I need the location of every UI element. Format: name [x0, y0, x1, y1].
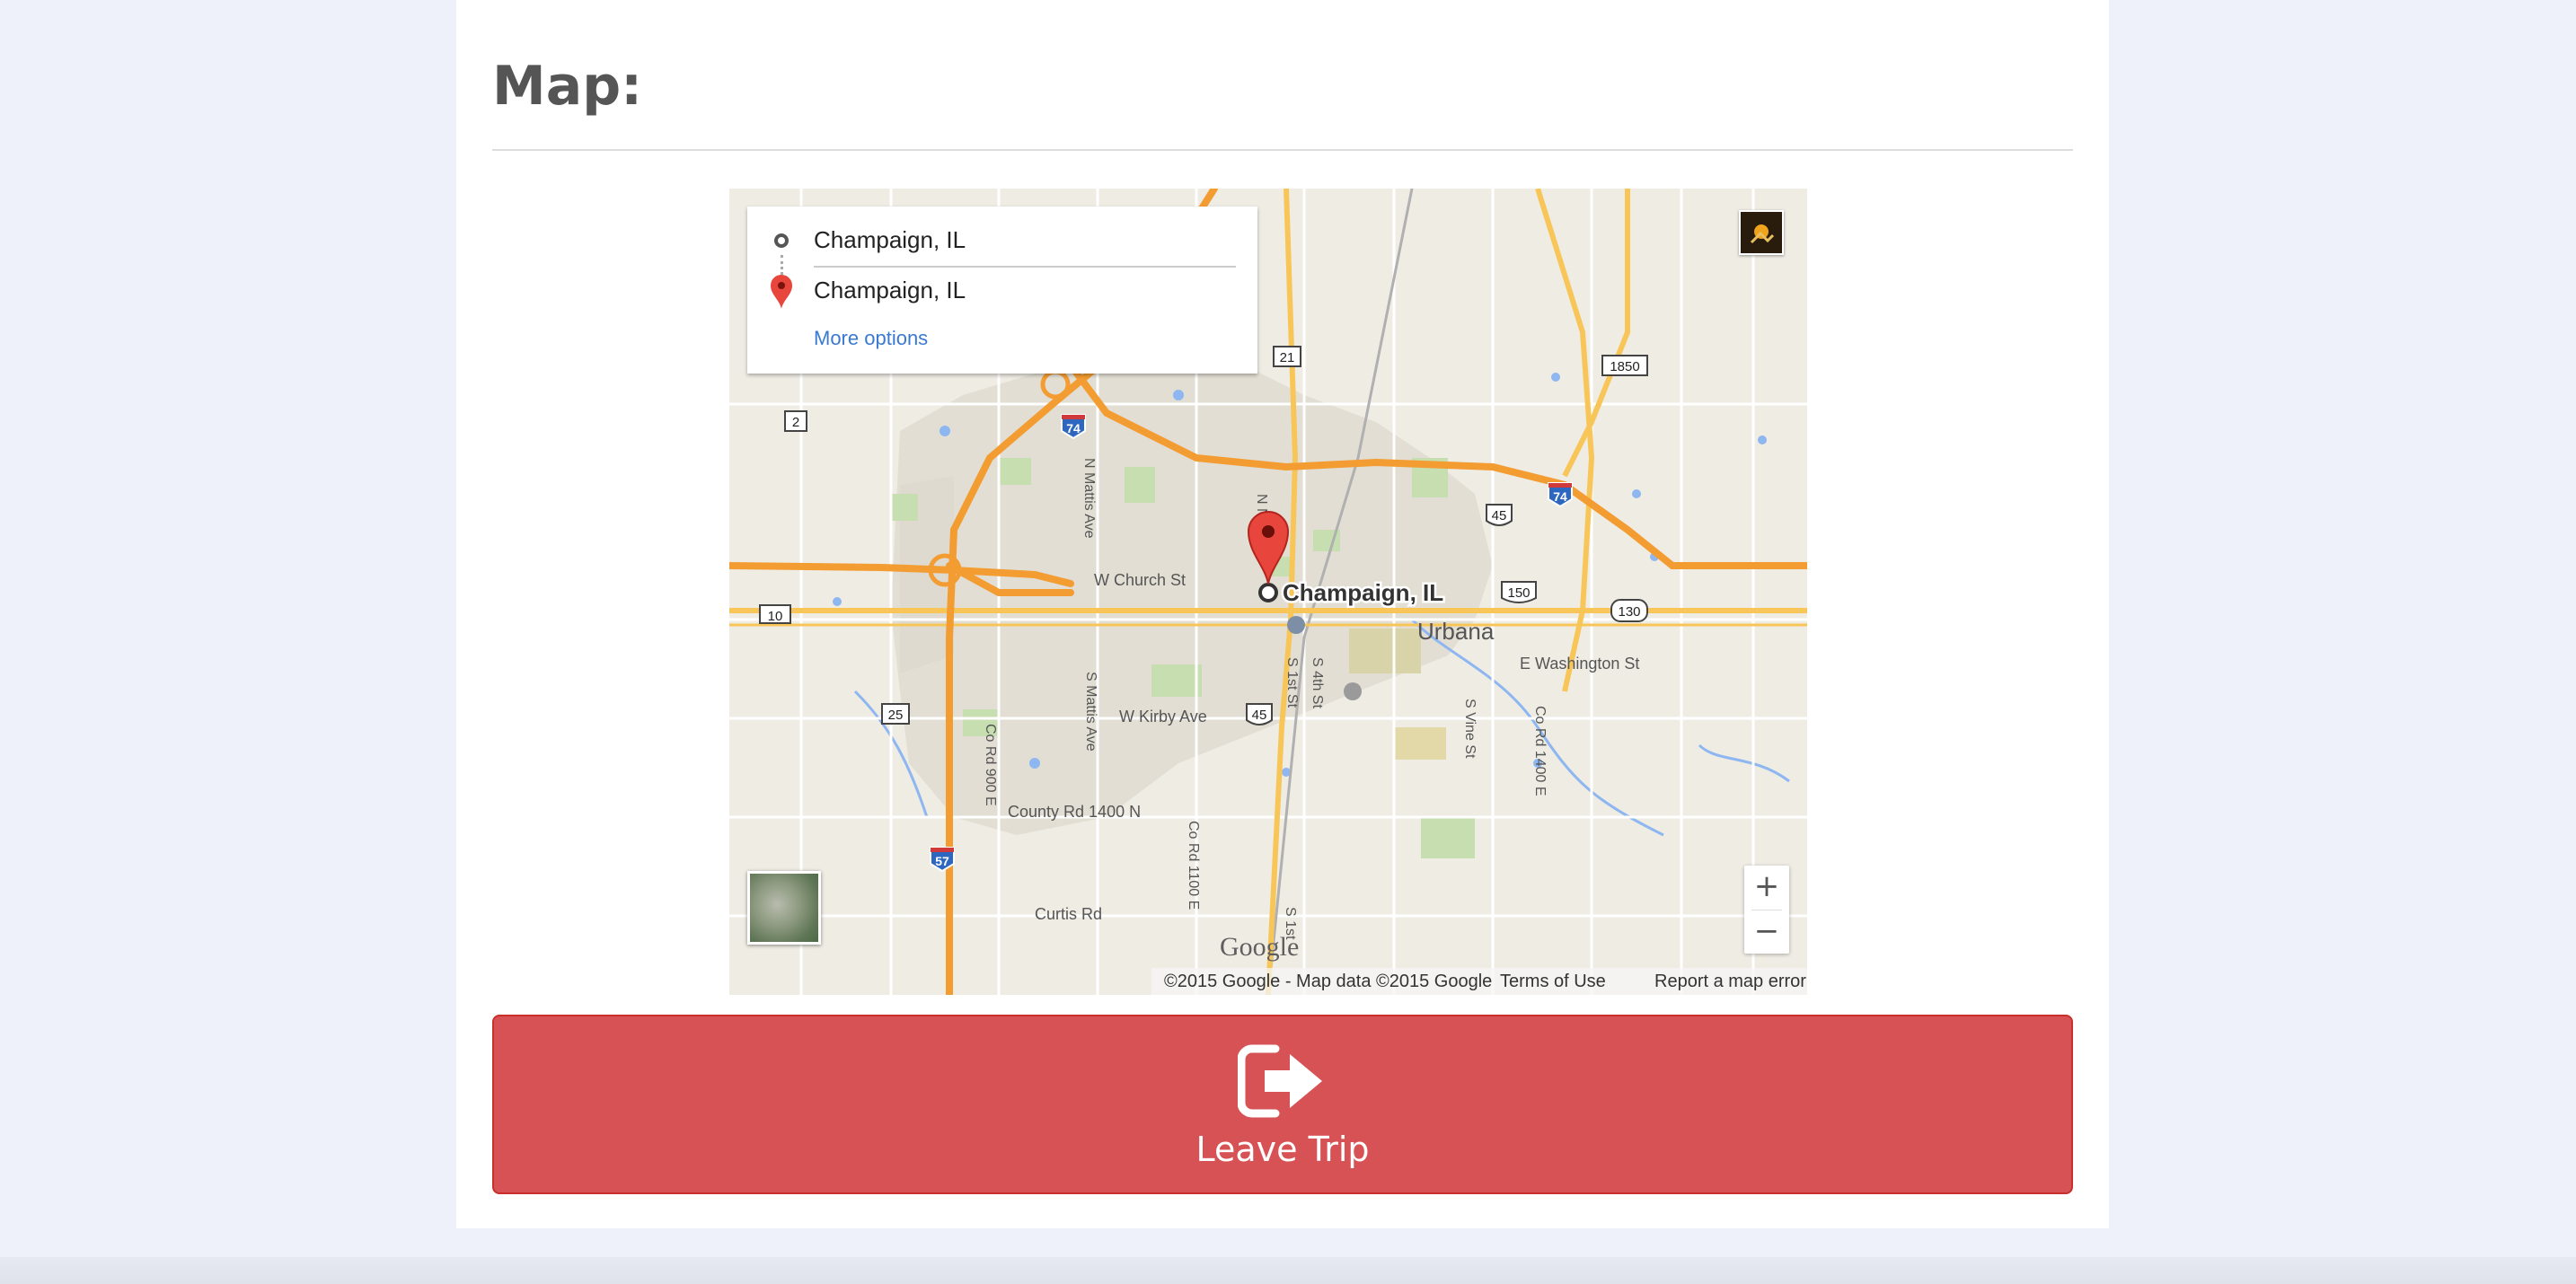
pond: [1758, 435, 1767, 444]
svg-text:74: 74: [1066, 421, 1081, 435]
section-title: Map:: [492, 55, 643, 118]
destination-pin-icon: [771, 275, 792, 309]
route-21-shield: 21: [1273, 346, 1301, 367]
route-2-shield: 2: [784, 410, 807, 432]
street-label: W Kirby Ave: [1119, 708, 1207, 726]
park: [1421, 817, 1475, 858]
creek: [1698, 743, 1790, 783]
svg-text:1850: 1850: [1610, 359, 1639, 374]
svg-text:130: 130: [1618, 604, 1640, 620]
pond: [833, 597, 842, 606]
map-copyright: ©2015 Google - Map data ©2015 Google: [1164, 972, 1493, 991]
park: [999, 458, 1031, 485]
route-dots: [781, 255, 785, 275]
zoom-control: + −: [1744, 866, 1789, 954]
park: [1151, 664, 1202, 697]
route-25-shield: 25: [881, 703, 910, 725]
pond: [1029, 758, 1040, 769]
us150-shield: 150: [1501, 581, 1537, 603]
origin-field[interactable]: Champaign, IL: [814, 226, 966, 254]
leave-trip-button[interactable]: Leave Trip: [492, 1015, 2073, 1194]
university-poi-icon: [1344, 682, 1362, 700]
directions-separator: [814, 266, 1236, 268]
street-label: Co Rd 1100 E: [1186, 821, 1201, 910]
zoom-in-button[interactable]: +: [1744, 866, 1789, 909]
pond: [940, 426, 950, 436]
us45-north-shield: 45: [1486, 504, 1513, 526]
terms-of-use-link[interactable]: Terms of Use: [1500, 972, 1606, 992]
street-label: S 4th St: [1310, 657, 1325, 708]
origin-circle-icon: [774, 233, 789, 248]
directions-box: Champaign, IL Champaign, IL More options: [747, 207, 1257, 374]
street-label: E Washington St: [1520, 655, 1639, 673]
street-label: County Rd 1400 N: [1008, 803, 1141, 821]
zoom-out-button[interactable]: −: [1744, 910, 1789, 954]
place-label-urbana: Urbana: [1417, 618, 1495, 645]
park: [1125, 467, 1155, 503]
map-attribution: ©2015 Google - Map data ©2015 Google Ter…: [1151, 968, 1807, 995]
street-label: Co Rd 1400 E: [1532, 706, 1548, 796]
destination-field[interactable]: Champaign, IL: [814, 277, 966, 304]
report-map-error-link[interactable]: Report a map error: [1654, 972, 1806, 992]
satellite-toggle-button[interactable]: [747, 871, 821, 945]
google-map[interactable]: 74 74 57 45 45 150 21 1850 2 10 25 130 W…: [729, 189, 1807, 995]
park: [1394, 727, 1446, 760]
more-options-link[interactable]: More options: [814, 327, 928, 350]
street-label: Curtis Rd: [1035, 905, 1102, 923]
origin-marker-icon: [1258, 583, 1278, 602]
svg-text:74: 74: [1553, 489, 1567, 504]
us45-south-shield: 45: [1246, 703, 1273, 726]
street-label: S Mattis Ave: [1083, 672, 1098, 752]
i74-east-shield: 74: [1548, 482, 1573, 508]
svg-text:21: 21: [1280, 350, 1295, 365]
weather-icon: [1750, 224, 1775, 244]
svg-text:10: 10: [768, 609, 783, 624]
pond: [1632, 489, 1641, 498]
park: [1349, 629, 1421, 673]
park: [891, 494, 918, 521]
svg-text:2: 2: [792, 415, 799, 430]
svg-text:45: 45: [1492, 508, 1507, 523]
route-1850-shield: 1850: [1601, 355, 1648, 376]
section-divider: [492, 149, 2073, 151]
street-label: Co Rd 900 E: [983, 724, 998, 806]
svg-text:57: 57: [935, 854, 949, 868]
bottom-shade: [0, 1257, 2576, 1284]
marker-label: Champaign, IL: [1283, 579, 1443, 606]
street-label: N Mattis Ave: [1081, 458, 1097, 539]
pond: [1551, 373, 1560, 382]
pond: [1173, 390, 1184, 400]
svg-text:150: 150: [1507, 585, 1530, 601]
weather-layer-button[interactable]: [1739, 210, 1784, 255]
svg-text:25: 25: [888, 708, 904, 723]
street-label: S Vine St: [1462, 699, 1478, 759]
google-logo[interactable]: Google: [1220, 932, 1299, 963]
svg-text:45: 45: [1252, 708, 1267, 723]
transit-poi-icon: [1287, 616, 1305, 634]
leave-trip-label: Leave Trip: [1195, 1130, 1370, 1169]
sign-out-icon: [1238, 1044, 1322, 1118]
street-label: W Church St: [1094, 571, 1186, 589]
street-label: S 1st St: [1284, 657, 1300, 708]
route-130-shield: 130: [1610, 599, 1648, 622]
route-10-shield: 10: [759, 604, 791, 624]
